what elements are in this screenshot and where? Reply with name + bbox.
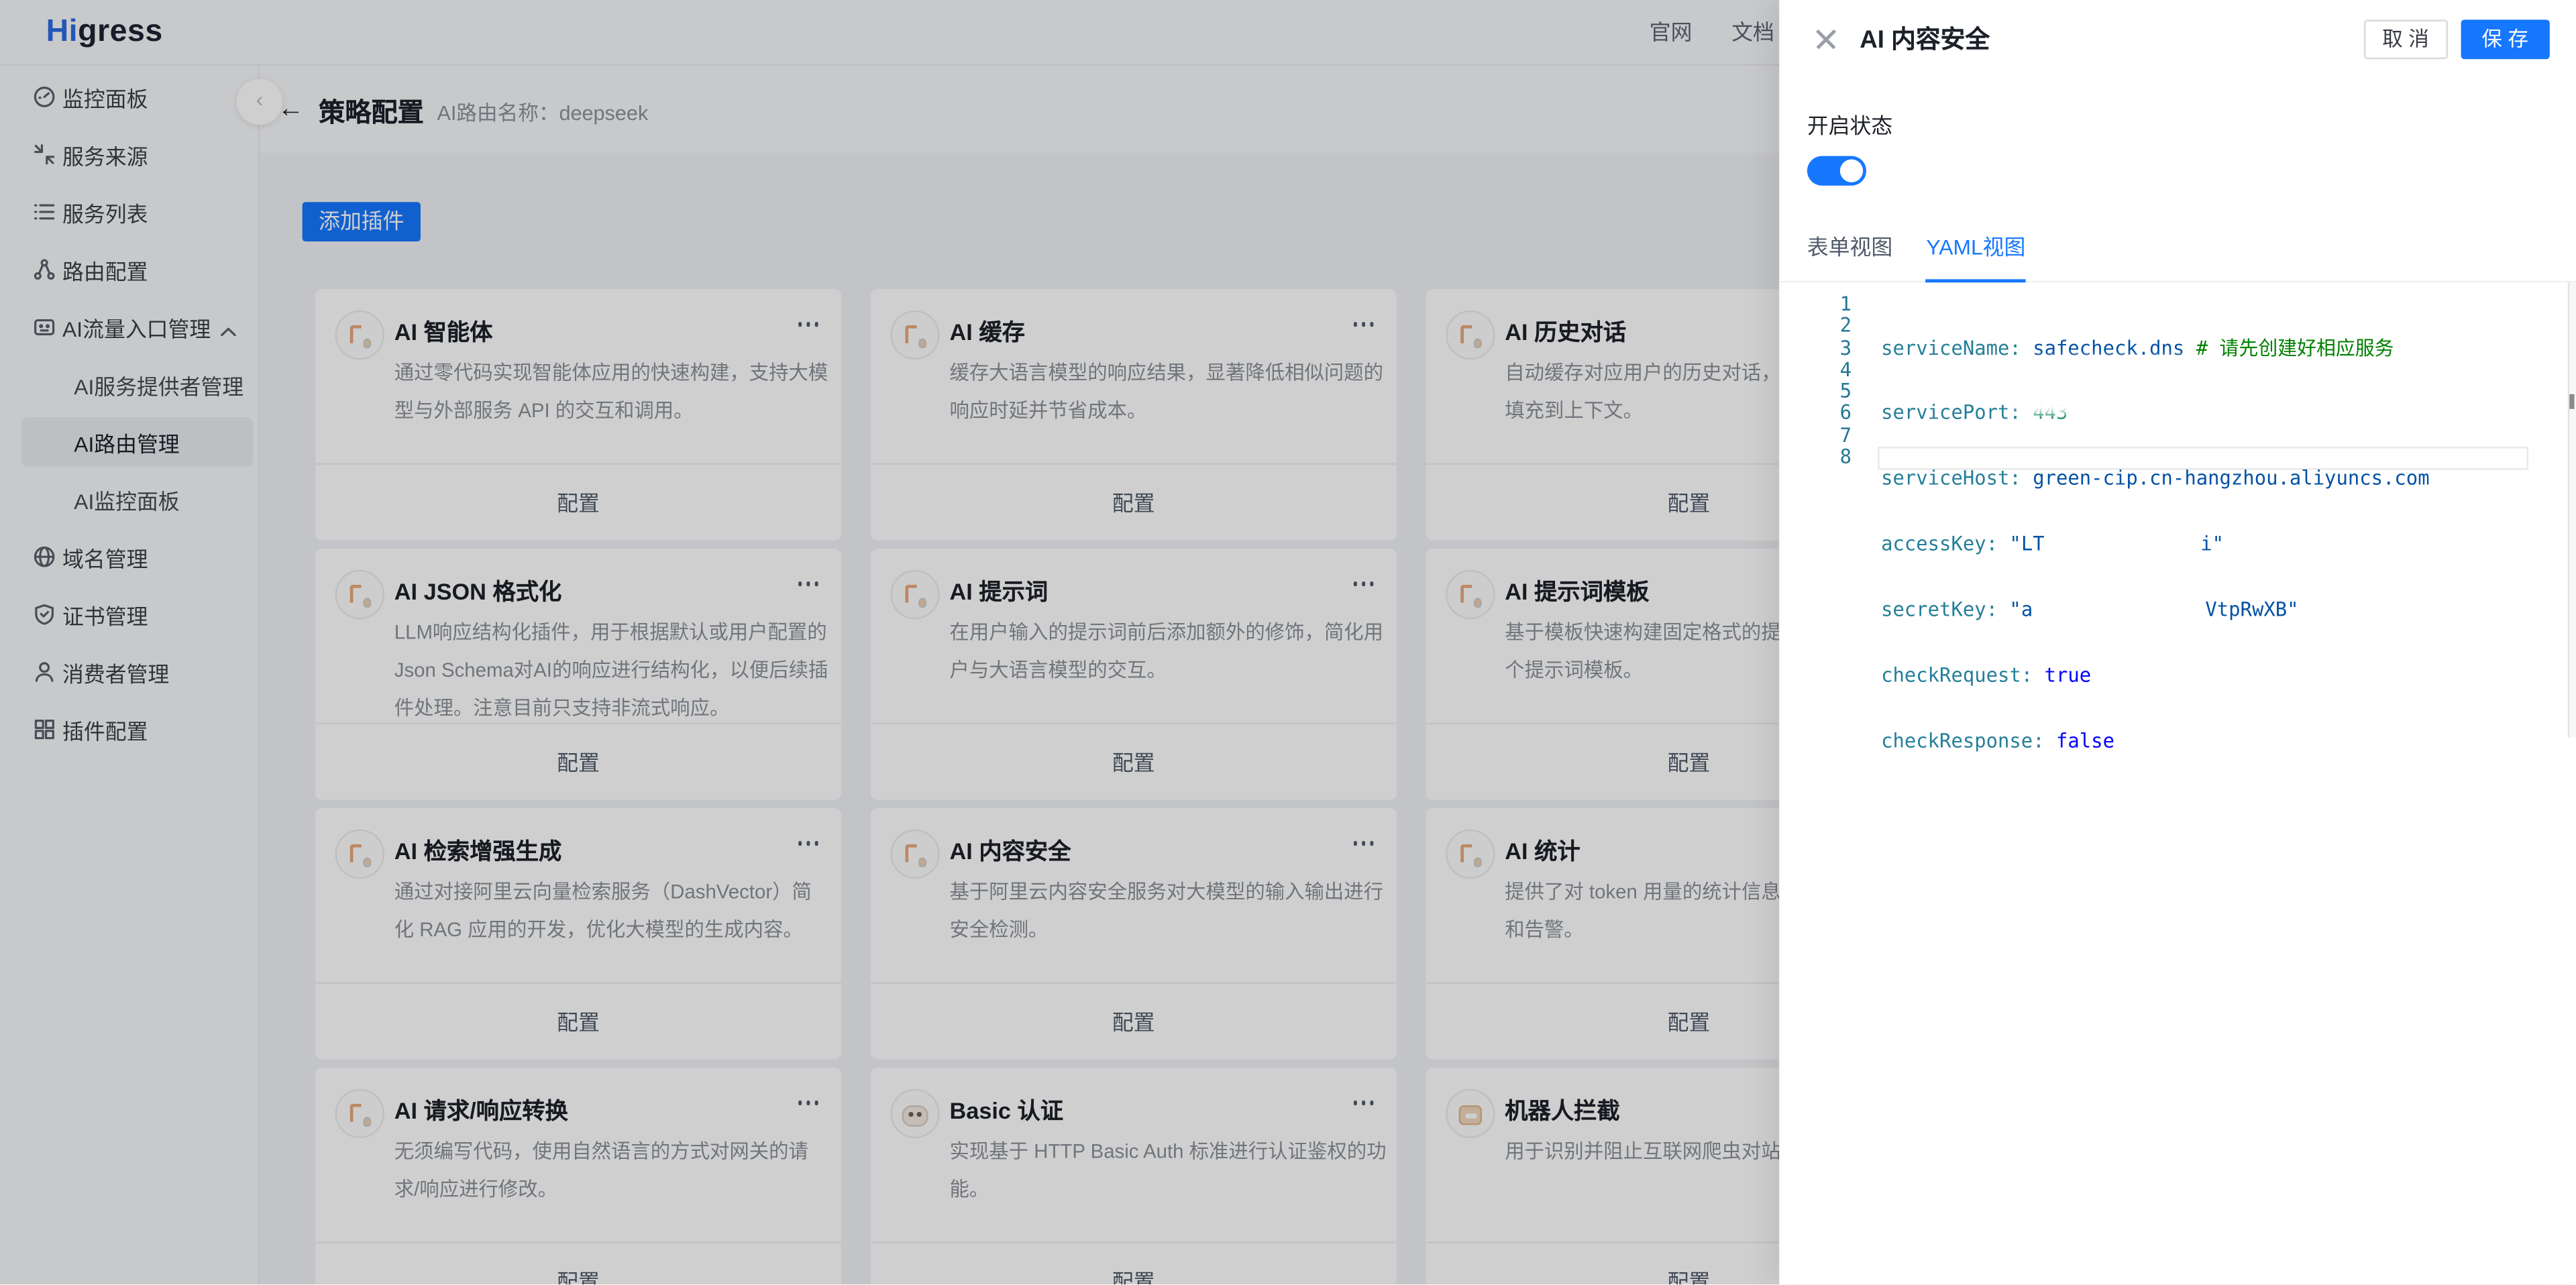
yaml-line: accessKey: "LTi" xyxy=(1881,535,2563,557)
close-icon[interactable] xyxy=(1815,27,1838,50)
editor-scrollbar-thumb[interactable] xyxy=(2569,394,2574,409)
drawer-body: 开启状态 表单视图 YAML视图 1 2 3 4 5 6 7 8 xyxy=(1779,109,2576,738)
cancel-button[interactable]: 取 消 xyxy=(2364,19,2447,58)
yaml-line: serviceName: safecheck.dns # 请先创建好相应服务 xyxy=(1881,337,2563,359)
yaml-line xyxy=(1881,796,2563,818)
yaml-code[interactable]: serviceName: safecheck.dns # 请先创建好相应服务 s… xyxy=(1881,294,2563,862)
toggle-knob xyxy=(1840,160,1863,182)
editor-scrollbar[interactable] xyxy=(2568,282,2576,737)
higress-console: Higress 官网 文档 监控面板 服务来源 服务列表 路由配置 AI流量入口… xyxy=(0,0,2576,1285)
tab-yaml-view[interactable]: YAML视图 xyxy=(1926,230,2025,282)
drawer-header: AI 内容安全 取 消 保 存 xyxy=(1779,0,2576,77)
redacted-secretkey-blur xyxy=(2019,384,2216,409)
status-label: 开启状态 xyxy=(1807,109,2576,140)
yaml-line: checkRequest: true xyxy=(1881,665,2563,687)
yaml-editor[interactable]: 1 2 3 4 5 6 7 8 serviceName: safecheck.d… xyxy=(1779,282,2576,737)
yaml-line: servicePort: 443 xyxy=(1881,403,2563,425)
enable-toggle[interactable] xyxy=(1807,156,1866,186)
tab-form-view[interactable]: 表单视图 xyxy=(1807,230,1892,279)
view-tabs: 表单视图 YAML视图 xyxy=(1779,230,2576,282)
editor-line-numbers: 1 2 3 4 5 6 7 8 xyxy=(1779,294,1851,469)
drawer-title: AI 内容安全 xyxy=(1860,21,2364,56)
ai-content-security-drawer: AI 内容安全 取 消 保 存 开启状态 表单视图 YAML视图 1 2 3 4… xyxy=(1779,0,2576,1285)
save-button[interactable]: 保 存 xyxy=(2460,19,2549,58)
yaml-line: secretKey: "aVtpRwXB" xyxy=(1881,600,2563,622)
yaml-line: checkResponse: false xyxy=(1881,731,2563,753)
yaml-line: serviceHost: green-cip.cn-hangzhou.aliyu… xyxy=(1881,469,2563,491)
